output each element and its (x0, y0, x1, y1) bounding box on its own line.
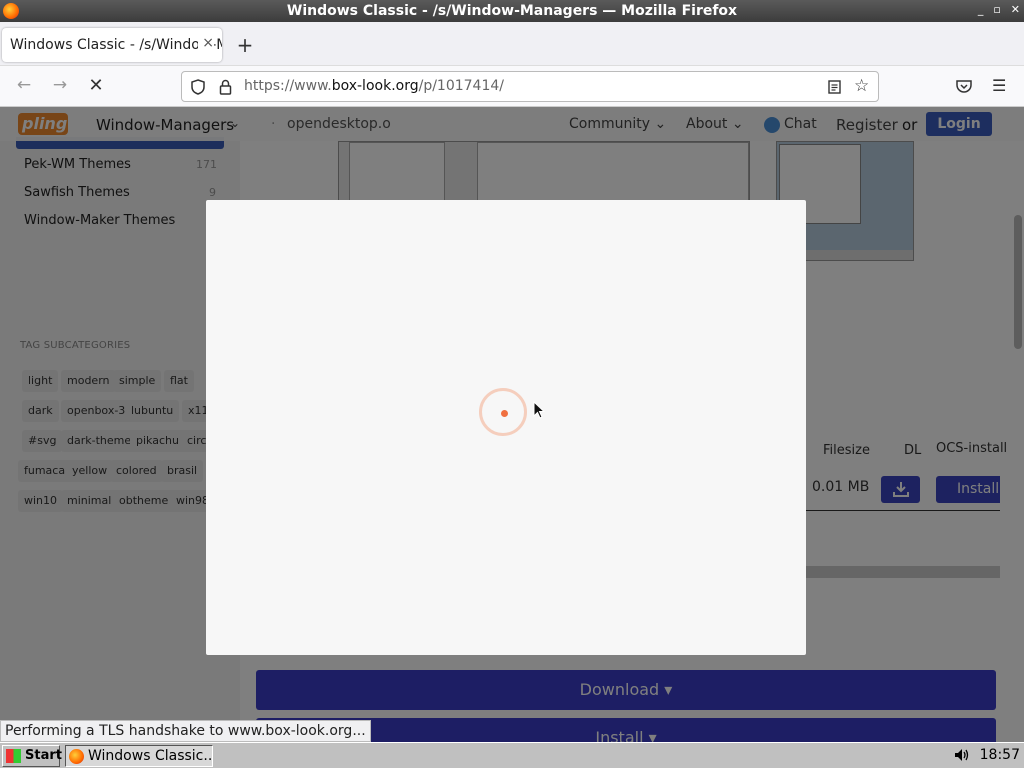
new-tab-button[interactable]: + (234, 33, 256, 57)
tab-active[interactable]: Windows Classic - /s/Window-Managers × (2, 28, 222, 62)
stop-loading-icon[interactable]: ✕ (84, 75, 108, 97)
start-button[interactable]: Start (2, 745, 62, 767)
system-tray: 18:57 (954, 747, 1020, 763)
url-text[interactable]: https://www.box-look.org/p/1017414/ (244, 78, 504, 94)
pocket-icon[interactable] (956, 79, 972, 93)
navigation-toolbar: ← → ✕ https://www.box-look.org/p/1017414… (0, 66, 1024, 107)
page-content: Pek-WM Themes 171 Sawfish Themes 9 Windo… (0, 107, 1024, 743)
taskbar-app-label: Windows Classic... (88, 748, 213, 764)
start-label: Start (25, 748, 62, 763)
menu-hamburger-icon[interactable]: ☰ (992, 76, 1006, 95)
volume-icon[interactable] (954, 748, 970, 762)
taskbar: Start Windows Classic... 18:57 (0, 742, 1024, 768)
minimize-button[interactable]: _ (978, 3, 984, 16)
clock: 18:57 (979, 747, 1020, 763)
tab-title: Windows Classic - /s/Window-Managers (10, 37, 222, 53)
tab-strip: Windows Classic - /s/Window-Managers × + (0, 22, 1024, 66)
firefox-icon (69, 749, 84, 764)
forward-arrow-icon[interactable]: → (48, 75, 72, 97)
reader-view-icon[interactable] (828, 80, 841, 94)
tab-close-icon[interactable]: × (198, 35, 214, 51)
window-title: Windows Classic - /s/Window-Managers — M… (286, 3, 738, 19)
maximize-button[interactable]: ▫ (993, 3, 1000, 16)
status-bar: Performing a TLS handshake to www.box-lo… (0, 720, 371, 742)
back-arrow-icon[interactable]: ← (12, 75, 36, 97)
window-titlebar: Windows Classic - /s/Window-Managers — M… (0, 0, 1024, 22)
mouse-cursor-icon (533, 401, 545, 419)
loading-modal (206, 200, 806, 655)
windows-flag-icon (6, 749, 21, 763)
firefox-icon (3, 3, 19, 19)
lock-icon[interactable] (219, 79, 232, 95)
bookmark-star-icon[interactable]: ☆ (854, 76, 869, 96)
loading-spinner-icon (479, 388, 527, 436)
address-bar[interactable]: https://www.box-look.org/p/1017414/ ☆ (181, 71, 879, 102)
shield-icon[interactable] (191, 79, 205, 95)
close-window-button[interactable]: ✕ (1011, 3, 1020, 16)
taskbar-app-firefox[interactable]: Windows Classic... (65, 745, 213, 767)
